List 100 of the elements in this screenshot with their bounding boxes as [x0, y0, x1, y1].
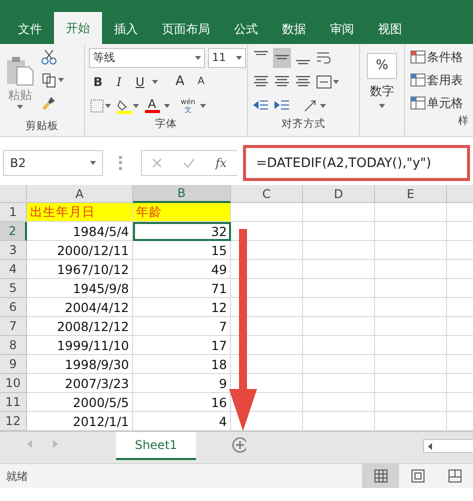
merge-icon — [316, 74, 332, 88]
table-cell: 15 — [133, 241, 231, 260]
cut-button[interactable] — [40, 47, 58, 67]
horizontal-scrollbar[interactable] — [423, 439, 473, 453]
ribbon-tab[interactable]: 公式 — [222, 14, 270, 44]
name-box[interactable]: B2 — [3, 150, 103, 176]
table-cell: 32 — [133, 222, 231, 241]
table-cell: 16 — [133, 393, 231, 412]
style-button[interactable]: 单元格 — [409, 93, 464, 113]
caret-icon — [90, 161, 96, 165]
row-header[interactable]: 10 — [0, 374, 27, 393]
table-cell — [375, 374, 447, 393]
ribbon-tab[interactable]: 开始 — [54, 12, 102, 44]
normal-view-icon — [374, 469, 388, 483]
font-name-field[interactable]: 等线 — [89, 48, 205, 68]
table-cell: 1984/5/4 — [27, 222, 133, 241]
table-cell — [375, 393, 447, 412]
table-cell: 1945/9/8 — [27, 279, 133, 298]
ribbon-tab[interactable]: 插入 — [102, 14, 150, 44]
table-cell — [303, 279, 375, 298]
caret-icon — [105, 104, 111, 108]
brush-icon — [41, 95, 57, 111]
row-header[interactable]: 2 — [0, 222, 27, 241]
table-cell — [375, 241, 447, 260]
table-cell: 18 — [133, 355, 231, 374]
column-header[interactable]: B — [133, 185, 231, 203]
table-cell: 9 — [133, 374, 231, 393]
italic-button[interactable]: I — [110, 72, 128, 92]
table-cell — [303, 374, 375, 393]
column-header[interactable]: A — [27, 185, 133, 203]
ribbon-tab[interactable]: 数据 — [270, 14, 318, 44]
align-left-icon — [254, 76, 268, 87]
table-cell: 2007/3/23 — [27, 374, 133, 393]
caret-icon — [333, 80, 339, 84]
sheet-tab[interactable]: Sheet1 — [116, 432, 196, 460]
underline-button[interactable]: U — [131, 72, 149, 92]
ribbon-tab[interactable]: 页面布局 — [150, 14, 222, 44]
outdent-icon — [253, 98, 269, 112]
group-label: 剪贴板 — [24, 119, 60, 134]
table-cell — [375, 222, 447, 241]
shrink-font-button[interactable]: A — [192, 72, 210, 92]
row-header[interactable]: 4 — [0, 260, 27, 279]
table-style-icon — [410, 73, 426, 87]
font-color-button[interactable]: A — [143, 96, 161, 116]
style-button[interactable]: 套用表 — [409, 70, 464, 90]
caret-icon — [236, 56, 242, 60]
view-button[interactable] — [362, 464, 399, 488]
column-header[interactable]: C — [231, 185, 303, 203]
caret-icon — [195, 56, 201, 60]
row-header[interactable]: 9 — [0, 355, 27, 374]
status-text: 就绪 — [6, 468, 28, 484]
group-label: 对齐方式 — [280, 117, 326, 132]
vertical-align-button[interactable] — [273, 48, 291, 68]
page-break-icon — [448, 469, 462, 483]
caret-icon — [164, 104, 170, 108]
table-cell: 71 — [133, 279, 231, 298]
table-cell — [231, 203, 303, 222]
table-cell — [375, 260, 447, 279]
table-cell — [303, 260, 375, 279]
ribbon-tab[interactable]: 审阅 — [318, 14, 366, 44]
row-header[interactable]: 6 — [0, 298, 27, 317]
ribbon-tab[interactable]: 视图 — [366, 14, 414, 44]
row-header[interactable]: 1 — [0, 203, 27, 222]
table-cell: 2012/1/1 — [27, 412, 133, 431]
row-header[interactable]: 3 — [0, 241, 27, 260]
table-cell: 2004/4/12 — [27, 298, 133, 317]
font-size-field[interactable]: 11 — [208, 48, 246, 68]
table-cell: 2008/12/12 — [27, 317, 133, 336]
indent-icon — [274, 98, 290, 112]
lines-icon — [275, 55, 289, 60]
row-header[interactable]: 8 — [0, 336, 27, 355]
table-cell — [303, 222, 375, 241]
column-header[interactable]: E — [375, 185, 447, 203]
style-button[interactable]: 条件格 — [409, 47, 464, 67]
column-header[interactable]: D — [303, 185, 375, 203]
ribbon-tab[interactable]: 文件 — [6, 14, 54, 44]
table-cell — [303, 298, 375, 317]
table-cell: 1998/9/30 — [27, 355, 133, 374]
row-header[interactable]: 12 — [0, 412, 27, 431]
row-header[interactable]: 5 — [0, 279, 27, 298]
table-cell — [303, 336, 375, 355]
number-format-button[interactable]: % 数字 — [364, 47, 400, 113]
check-icon[interactable] — [182, 158, 195, 168]
page-layout-icon — [410, 469, 424, 483]
table-cell — [303, 241, 375, 260]
table-cell — [375, 355, 447, 374]
row-header[interactable]: 7 — [0, 317, 27, 336]
lines-icon — [296, 60, 310, 64]
table-cell — [375, 317, 447, 336]
row-header[interactable]: 11 — [0, 393, 27, 412]
right-triangle-icon — [52, 440, 58, 448]
bold-button[interactable]: B — [89, 72, 107, 92]
table-cell — [375, 203, 447, 222]
insert-function-button[interactable]: fx — [215, 156, 227, 170]
table-cell: 出生年月日 — [27, 203, 133, 222]
lines-icon — [254, 50, 268, 55]
formula-field[interactable]: =DATEDIF(A2,TODAY(),"y") — [256, 156, 432, 170]
grow-font-button[interactable]: A — [171, 72, 189, 92]
table-cell: 49 — [133, 260, 231, 279]
table-cell: 17 — [133, 336, 231, 355]
